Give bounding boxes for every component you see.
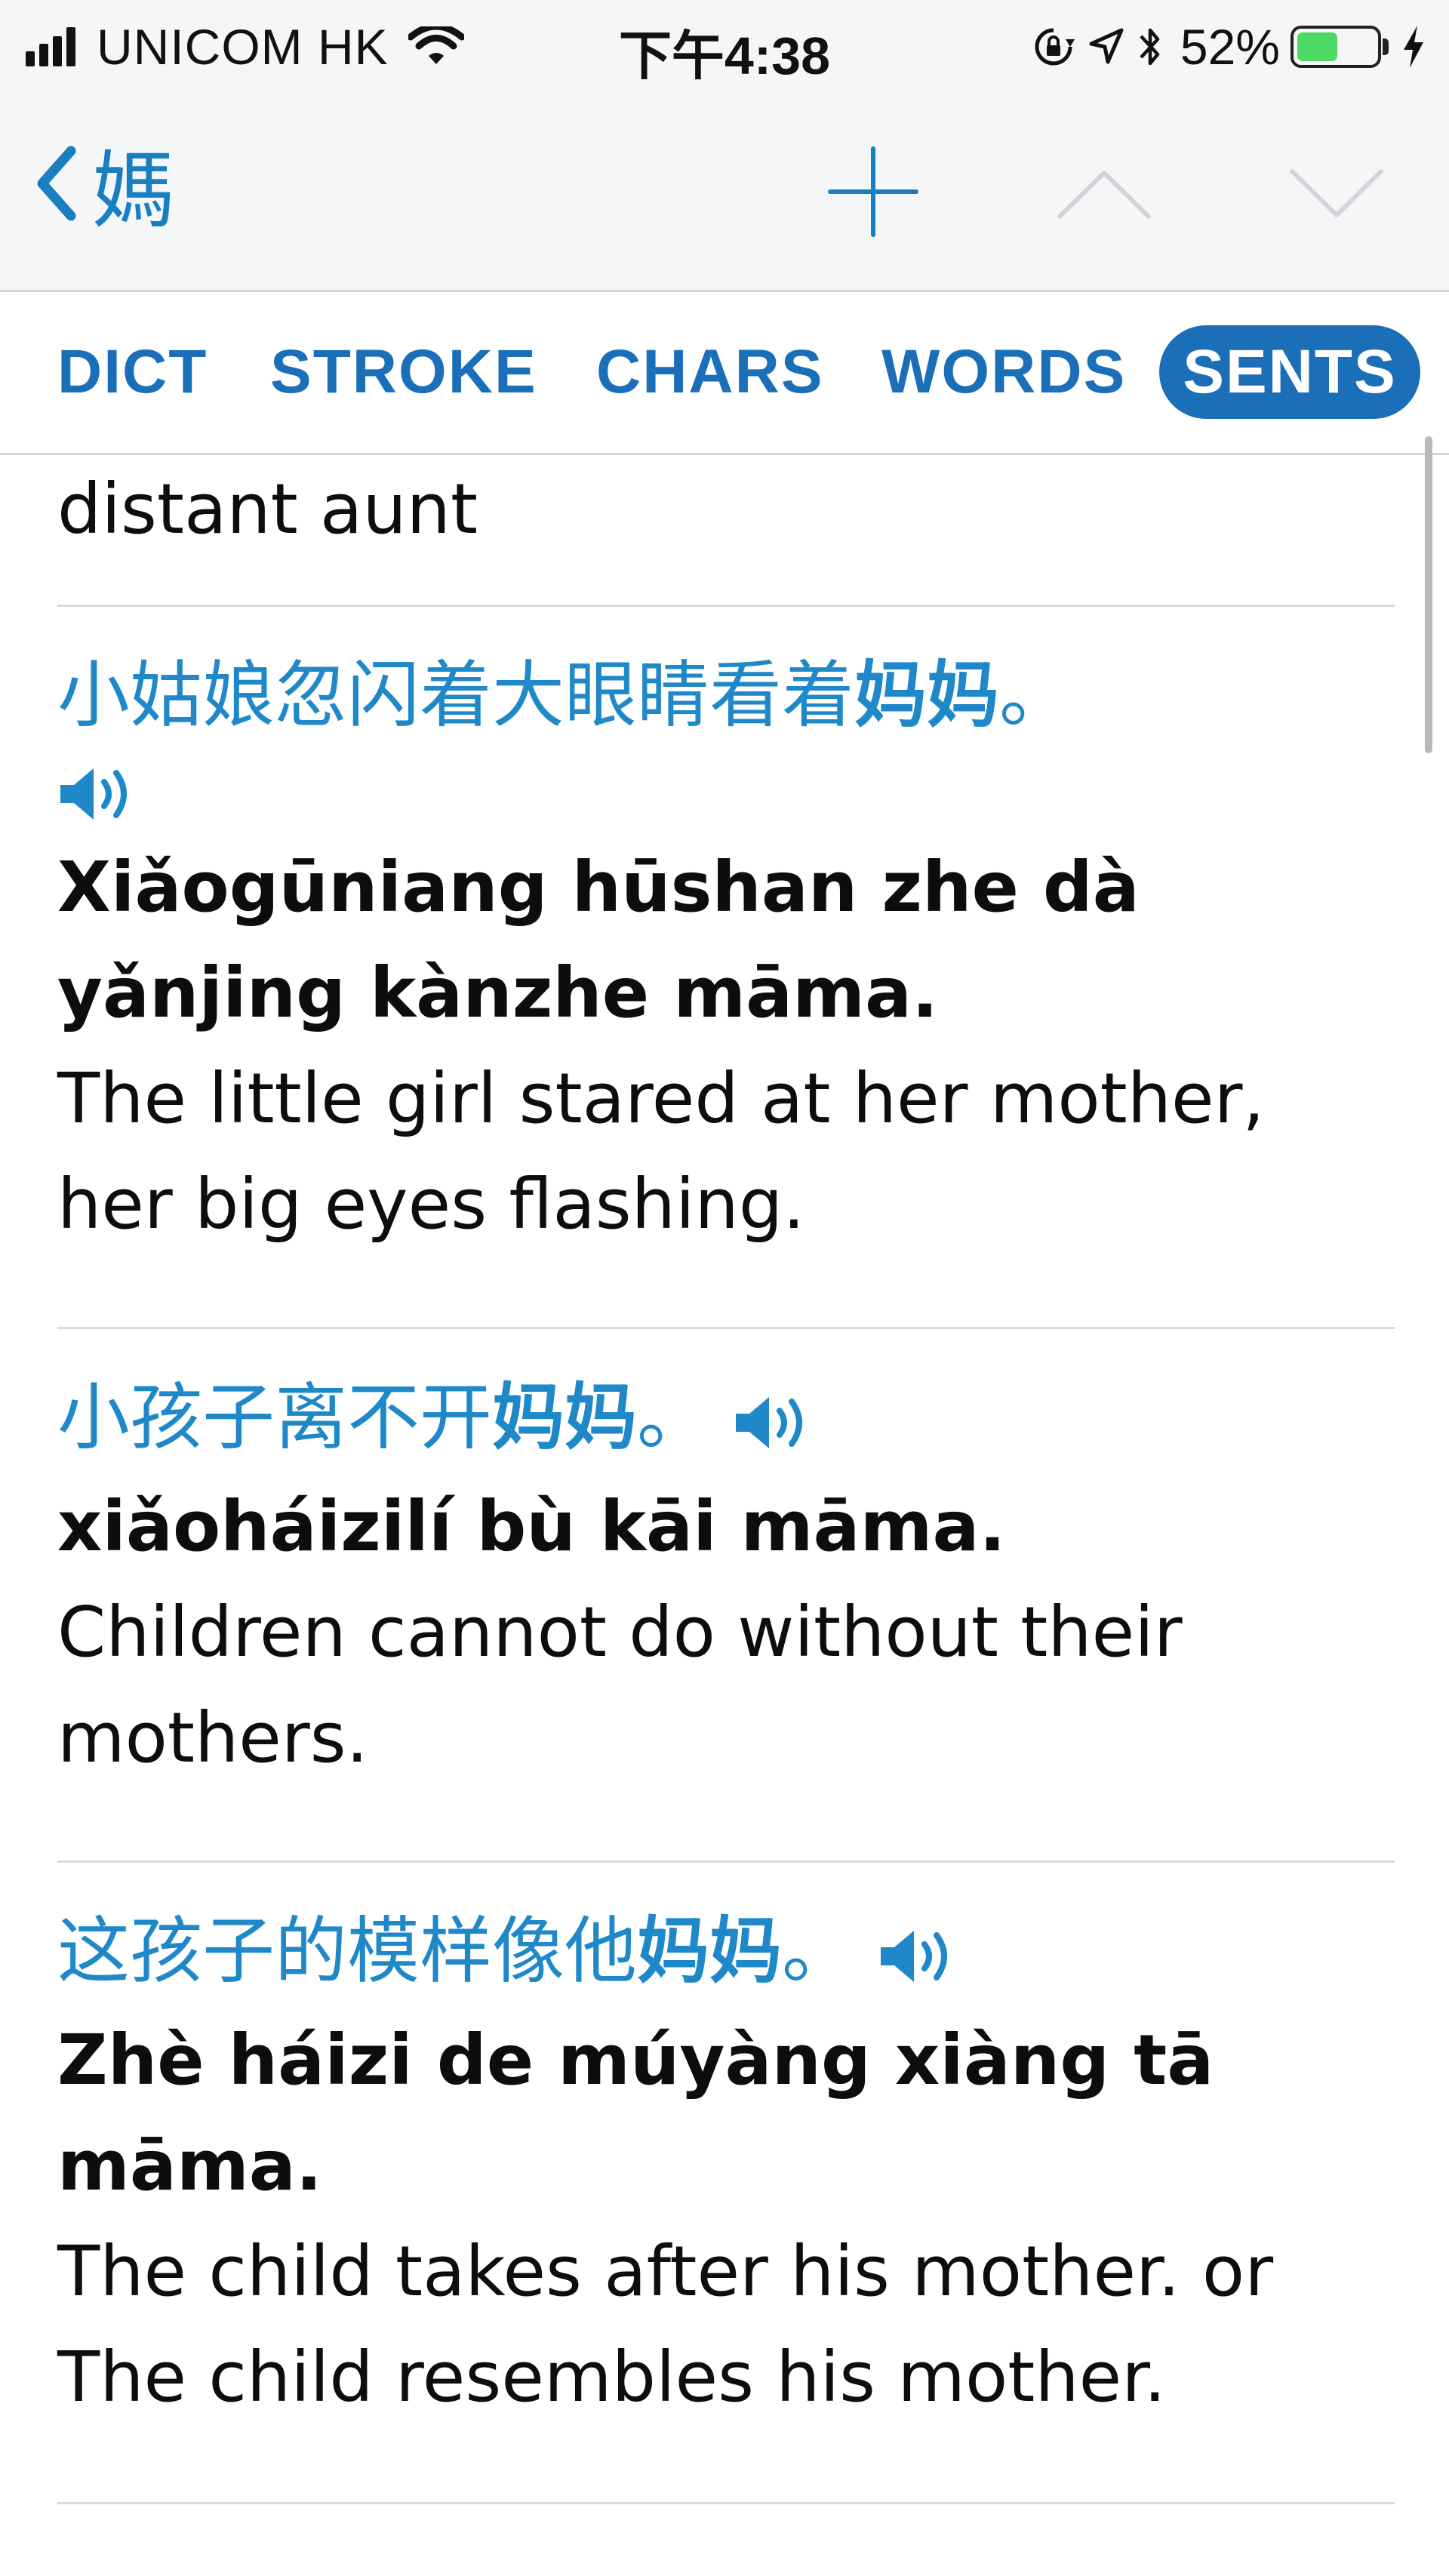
chinese-text: 小孩子离不开 [57, 1375, 492, 1460]
tab-bar: DICT STROKE CHARS WORDS SENTS [0, 292, 1449, 455]
chinese-sentence[interactable]: 小孩子离不开妈妈。 [57, 1361, 1395, 1474]
pinyin-line: māma. [57, 2125, 322, 2206]
chinese-sentence[interactable]: 这孩子的模样像他妈妈。 [57, 1894, 1395, 2008]
pinyin-line: Xiǎogūniang hūshan zhe dà [57, 847, 1140, 928]
battery-percent: 52% [1180, 19, 1280, 75]
list-item: distant aunt [57, 457, 1395, 607]
english-line: The child resembles his mother. [57, 2337, 1166, 2418]
chinese-highlight: 妈妈 [492, 1375, 637, 1460]
chevron-left-icon [37, 146, 76, 221]
chinese-sentence[interactable]: 小姑娘忽闪着大眼睛看着妈妈。 [57, 639, 1395, 752]
list-item: 小姑娘忽闪着大眼睛看着妈妈。 Xiǎogūniang hūshan zhe dà… [57, 607, 1395, 1329]
speaker-icon[interactable] [878, 1926, 962, 1987]
tab-words[interactable]: WORDS [881, 325, 1126, 419]
navigation-bar: 媽 [0, 94, 1449, 292]
scrollbar[interactable] [1425, 436, 1432, 753]
chinese-text: 小姑娘忽闪着大眼睛看着 [57, 653, 854, 737]
sentence-list: distant aunt 小姑娘忽闪着大眼睛看着妈妈。 Xiǎogūniang … [57, 455, 1395, 2504]
status-bar-right: 52% [1020, 17, 1426, 77]
speaker-icon[interactable] [733, 1393, 817, 1453]
list-item: 这孩子的模样像他妈妈。 Zhè háizi de múyàng xiàng tā… [57, 1863, 1395, 2504]
tab-sents[interactable]: SENTS [1159, 325, 1420, 419]
pinyin-line: xiǎoháizilí bù kāi māma. [57, 1486, 1006, 1567]
tab-dict[interactable]: DICT [57, 325, 208, 419]
chevron-up-icon[interactable] [1055, 164, 1153, 224]
battery-icon [1291, 26, 1381, 68]
location-icon [1089, 28, 1124, 64]
chinese-highlight: 妈妈 [637, 1909, 782, 1993]
orientation-lock-icon [1035, 28, 1075, 66]
back-button[interactable]: 媽 [33, 138, 175, 239]
chinese-text: 这孩子的模样像他 [57, 1909, 637, 1993]
speaker-icon[interactable] [57, 764, 142, 824]
english-translation: distant aunt [57, 469, 478, 549]
speaker-row [57, 752, 1395, 835]
chevron-down-icon[interactable] [1287, 164, 1386, 224]
battery-cap [1383, 38, 1389, 55]
tab-chars[interactable]: CHARS [596, 325, 824, 419]
english-line: her big eyes flashing. [57, 1164, 805, 1245]
english-line: The child takes after his mother. or [57, 2231, 1274, 2312]
english-line: mothers. [57, 1697, 368, 1778]
chinese-highlight: 妈妈 [854, 653, 999, 737]
list-item: 小孩子离不开妈妈。 xiǎoháizilí bù kāi māma. Child… [57, 1329, 1395, 1863]
battery-fill [1297, 32, 1337, 61]
english-line: The little girl stared at her mother, [57, 1058, 1265, 1139]
chinese-punct: 。 [637, 1375, 709, 1460]
status-bar: UNICOM HK 下午4:38 52% [0, 0, 1449, 94]
charging-bolt-icon [1404, 26, 1423, 68]
plus-icon[interactable] [824, 143, 922, 241]
back-title: 媽 [92, 143, 175, 239]
chinese-punct: 。 [999, 653, 1072, 737]
tab-stroke[interactable]: STROKE [270, 325, 537, 419]
pinyin-line: Zhè háizi de múyàng xiàng tā [57, 2020, 1214, 2101]
chinese-punct: 。 [782, 1909, 854, 1993]
english-line: Children cannot do without their [57, 1592, 1183, 1673]
bluetooth-icon [1140, 28, 1160, 66]
pinyin-line: yǎnjing kànzhe māma. [57, 953, 939, 1033]
